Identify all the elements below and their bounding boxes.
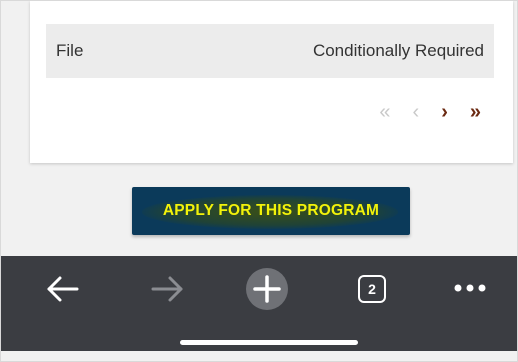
table-row: File Conditionally Required	[46, 24, 494, 78]
tab-count: 2	[368, 281, 376, 297]
apply-button-label: APPLY FOR THIS PROGRAM	[162, 202, 380, 219]
back-arrow-icon[interactable]	[43, 272, 83, 306]
next-page-button[interactable]: ›	[441, 102, 448, 122]
first-page-button[interactable]: «	[379, 102, 390, 122]
requirement-cell: Conditionally Required	[312, 41, 484, 60]
screen: File Conditionally Required « ‹ › » APPL…	[0, 0, 518, 362]
file-cell: File	[56, 41, 84, 60]
tab-switcher-icon[interactable]: 2	[358, 275, 386, 303]
attachments-card: File Conditionally Required « ‹ › »	[30, 1, 513, 163]
browser-toolbar: 2	[1, 256, 517, 351]
apply-for-program-button[interactable]: APPLY FOR THIS PROGRAM	[132, 187, 410, 235]
footer-strip	[1, 351, 517, 361]
new-tab-plus-icon[interactable]	[245, 267, 289, 311]
home-indicator[interactable]	[180, 340, 358, 345]
previous-page-button[interactable]: ‹	[413, 102, 420, 122]
pagination: « ‹ › »	[379, 97, 481, 127]
more-menu-icon[interactable]	[450, 278, 490, 298]
forward-arrow-icon[interactable]	[147, 272, 187, 306]
last-page-button[interactable]: »	[470, 102, 481, 122]
